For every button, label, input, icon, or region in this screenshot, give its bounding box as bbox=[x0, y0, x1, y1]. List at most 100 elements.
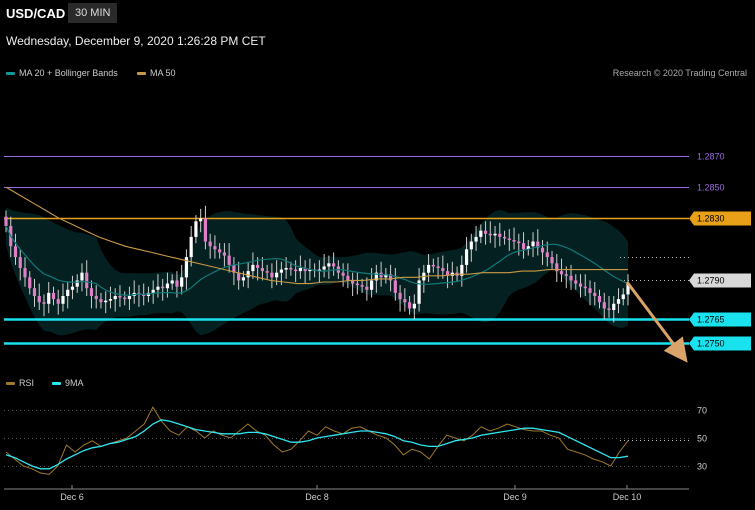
candle-body-123 bbox=[588, 288, 592, 293]
candle-body-35 bbox=[170, 280, 174, 284]
candle-body-69 bbox=[332, 263, 336, 267]
rsi-tick-2: 30 bbox=[697, 462, 707, 472]
candle-body-60 bbox=[289, 268, 293, 270]
candle-body-16 bbox=[80, 272, 84, 281]
candle-body-117 bbox=[559, 271, 564, 275]
candle-body-72 bbox=[346, 275, 350, 281]
candle-body-98 bbox=[469, 241, 473, 250]
candle-body-24 bbox=[118, 296, 122, 298]
candle-body-42 bbox=[203, 218, 208, 242]
candle-body-39 bbox=[189, 236, 193, 258]
candle-body-49 bbox=[237, 272, 241, 281]
candle-body-100 bbox=[479, 230, 483, 237]
candle-body-113 bbox=[540, 247, 545, 253]
candle-body-109 bbox=[521, 243, 526, 250]
candle-body-4 bbox=[23, 268, 27, 278]
candle-body-56 bbox=[270, 272, 274, 278]
level-label-0: 1.2870 bbox=[697, 152, 725, 162]
level-label-2: 1.2830 bbox=[697, 214, 725, 224]
candle-body-125 bbox=[597, 296, 602, 303]
candle-body-62 bbox=[298, 268, 302, 272]
candle-body-102 bbox=[488, 233, 492, 236]
candle-body-47 bbox=[227, 255, 231, 265]
candle-body-43 bbox=[208, 241, 212, 247]
candle-body-50 bbox=[241, 277, 246, 281]
candle-body-7 bbox=[37, 296, 41, 303]
candle-body-32 bbox=[156, 286, 160, 290]
price-chart: 1.2870 1.2850 1.2830 1.2790 1.2765 1.2750 70 5… bbox=[4, 152, 751, 502]
candle-body-52 bbox=[251, 264, 255, 272]
candle-body-107 bbox=[512, 240, 516, 242]
candle-body-25 bbox=[123, 297, 127, 300]
candle-body-119 bbox=[569, 275, 573, 281]
candle-body-82 bbox=[393, 280, 397, 293]
level-label-3: 1.2790 bbox=[697, 276, 725, 286]
candle-body-130 bbox=[621, 294, 625, 300]
candle-body-118 bbox=[564, 274, 568, 276]
candle-body-122 bbox=[583, 286, 587, 289]
candle-body-120 bbox=[574, 280, 578, 284]
candle-body-19 bbox=[94, 296, 98, 300]
candle-body-20 bbox=[99, 299, 103, 303]
candle-body-14 bbox=[70, 286, 75, 290]
x-tick-label-0: Dec 6 bbox=[60, 492, 84, 502]
candle-body-0 bbox=[4, 216, 8, 226]
candle-body-103 bbox=[493, 233, 497, 236]
candle-body-9 bbox=[47, 292, 51, 304]
candle-body-86 bbox=[412, 303, 416, 309]
candle-body-51 bbox=[246, 271, 250, 278]
rsi-line bbox=[5, 406, 629, 475]
candle-body-21 bbox=[104, 300, 108, 303]
x-tick-label-2: Dec 9 bbox=[503, 492, 527, 502]
candle-body-115 bbox=[550, 257, 554, 264]
candle-body-71 bbox=[341, 272, 345, 276]
candle-body-54 bbox=[260, 268, 264, 272]
candle-body-92 bbox=[441, 268, 445, 272]
candle-body-6 bbox=[32, 288, 37, 296]
candle-body-57 bbox=[275, 272, 279, 278]
candle-body-5 bbox=[28, 277, 32, 289]
candle-body-45 bbox=[218, 249, 222, 253]
candle-body-31 bbox=[151, 289, 155, 293]
candle-body-126 bbox=[602, 302, 606, 309]
candle-body-33 bbox=[161, 286, 165, 289]
candle-body-129 bbox=[616, 299, 621, 304]
level-labels: 1.2870 1.2850 1.2830 1.2790 1.2765 1.2750 bbox=[689, 152, 751, 351]
candle-body-40 bbox=[194, 221, 198, 237]
candle-body-111 bbox=[531, 241, 535, 247]
candle-body-84 bbox=[403, 299, 407, 303]
candle-body-3 bbox=[18, 257, 22, 268]
candle-body-77 bbox=[370, 280, 374, 290]
candle-body-34 bbox=[165, 283, 170, 289]
x-axis-ticks: Dec 6 Dec 8 Dec 9 Dec 10 bbox=[60, 485, 641, 502]
candle-body-18 bbox=[89, 288, 94, 296]
candle-body-12 bbox=[61, 296, 65, 304]
x-tick-label-3: Dec 10 bbox=[613, 492, 642, 502]
candle-body-105 bbox=[502, 236, 507, 239]
candle-body-22 bbox=[108, 299, 113, 301]
candle-body-61 bbox=[294, 269, 298, 272]
candle-body-58 bbox=[279, 269, 283, 273]
candle-body-46 bbox=[222, 252, 227, 256]
candle-body-10 bbox=[51, 292, 56, 300]
candle-body-124 bbox=[593, 292, 597, 296]
candle-body-89 bbox=[426, 264, 431, 273]
candle-body-36 bbox=[175, 280, 179, 287]
candle-body-2 bbox=[13, 246, 18, 258]
candle-body-108 bbox=[517, 241, 521, 244]
candle-body-41 bbox=[199, 218, 203, 222]
candle-body-44 bbox=[213, 246, 217, 250]
candle-body-37 bbox=[180, 277, 184, 287]
candle-body-106 bbox=[507, 238, 511, 240]
candle-body-114 bbox=[545, 252, 549, 258]
candle-body-74 bbox=[355, 283, 359, 286]
candle-body-83 bbox=[398, 292, 402, 300]
candle-body-97 bbox=[464, 249, 469, 265]
level-label-1: 1.2850 bbox=[697, 183, 725, 193]
candle-body-85 bbox=[407, 302, 412, 309]
candle-body-99 bbox=[474, 236, 478, 242]
candle-body-11 bbox=[56, 299, 60, 304]
x-tick-label-1: Dec 8 bbox=[305, 492, 329, 502]
rsi-lines bbox=[5, 406, 629, 475]
candle-body-59 bbox=[284, 268, 288, 270]
